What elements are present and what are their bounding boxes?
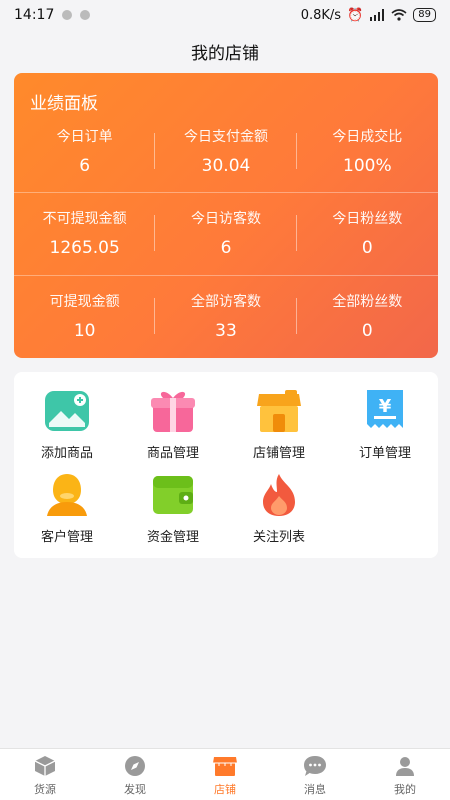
stat-label: 全部访客数	[190, 294, 261, 310]
nav-bar: 我的店铺	[0, 30, 450, 72]
battery-indicator: 89	[413, 8, 436, 22]
tab-mine[interactable]: 我的	[360, 749, 450, 800]
shop-icon	[212, 753, 238, 779]
flame-icon	[255, 472, 303, 518]
performance-row: 不可提现金额 1265.05 今日访客数 6 今日粉丝数 0	[14, 193, 438, 273]
tab-label: 消息	[304, 782, 326, 796]
stat-total-visitors[interactable]: 全部访客数 33	[155, 276, 297, 356]
tab-messages[interactable]: 消息	[270, 749, 360, 800]
menu-label: 商品管理	[146, 446, 199, 461]
customer-icon	[43, 472, 91, 518]
tab-label: 我的	[394, 782, 416, 796]
performance-row: 今日订单 6 今日支付金额 30.04 今日成交比 100%	[14, 111, 438, 191]
chat-icon	[302, 753, 328, 779]
menu-fund-management[interactable]: 资金管理	[120, 472, 226, 545]
stat-label: 不可提现金额	[42, 211, 127, 227]
menu-store-management[interactable]: 店铺管理	[226, 388, 332, 461]
menu-follow-list[interactable]: 关注列表	[226, 472, 332, 545]
compass-icon	[122, 753, 148, 779]
stat-withdrawable[interactable]: 可提现金额 10	[14, 276, 156, 356]
stat-value: 6	[220, 238, 232, 258]
receipt-icon: ¥	[361, 388, 409, 434]
stat-today-conversion[interactable]: 今日成交比 100%	[297, 111, 438, 191]
menu-product-management[interactable]: 商品管理	[120, 388, 226, 461]
menu-label: 客户管理	[40, 530, 93, 545]
status-time: 14:17	[14, 7, 55, 23]
gift-icon	[149, 388, 197, 434]
function-menu: 添加商品 商品管理 店铺管理 ¥ 订单管理 客户管理 资金管理 关注列表	[14, 372, 438, 558]
stat-value: 30.04	[201, 156, 251, 176]
stat-label: 今日访客数	[190, 211, 261, 227]
stat-today-orders[interactable]: 今日订单 6	[14, 111, 156, 191]
menu-label: 关注列表	[252, 530, 305, 545]
stat-value: 1265.05	[49, 238, 120, 258]
stat-today-fans[interactable]: 今日粉丝数 0	[297, 193, 438, 273]
notification-dot-icon	[62, 10, 73, 20]
alarm-icon: ⏰	[347, 7, 364, 23]
stat-non-withdrawable[interactable]: 不可提现金额 1265.05	[14, 193, 156, 273]
menu-label: 店铺管理	[252, 446, 305, 461]
stat-label: 今日粉丝数	[332, 211, 403, 227]
tab-label: 发现	[124, 782, 146, 796]
stat-today-visitors[interactable]: 今日访客数 6	[155, 193, 297, 273]
tab-goods-source[interactable]: 货源	[0, 749, 90, 800]
page-title: 我的店铺	[191, 43, 259, 64]
tab-discover[interactable]: 发现	[90, 749, 180, 800]
stat-value: 0	[361, 238, 373, 258]
stat-label: 可提现金额	[49, 294, 120, 310]
svg-text:¥: ¥	[379, 396, 392, 417]
menu-add-product[interactable]: 添加商品	[14, 388, 120, 461]
tab-label: 货源	[34, 782, 56, 796]
network-speed: 0.8K/s	[300, 7, 342, 23]
stat-label: 全部粉丝数	[332, 294, 403, 310]
stat-label: 今日成交比	[332, 129, 403, 145]
stat-value: 33	[215, 321, 237, 341]
menu-label: 资金管理	[146, 530, 199, 545]
stat-value: 10	[73, 321, 96, 341]
stat-today-payment[interactable]: 今日支付金额 30.04	[155, 111, 297, 191]
status-bar: 14:17 0.8K/s ⏰ 89	[0, 0, 450, 30]
stat-label: 今日订单	[56, 129, 113, 145]
store-icon	[255, 388, 303, 434]
stat-value: 0	[361, 321, 373, 341]
box-icon	[32, 753, 58, 779]
tab-shop[interactable]: 店铺	[180, 749, 270, 800]
performance-panel: 业绩面板 今日订单 6 今日支付金额 30.04 今日成交比 100% 不可提现…	[14, 73, 438, 358]
wallet-icon	[149, 472, 197, 518]
stat-value: 100%	[343, 156, 392, 176]
menu-order-management[interactable]: ¥ 订单管理	[332, 388, 438, 461]
notification-dot-icon	[80, 10, 91, 20]
stat-total-fans[interactable]: 全部粉丝数 0	[297, 276, 438, 356]
stat-value: 6	[79, 156, 91, 176]
tab-label: 店铺	[214, 782, 236, 796]
menu-label: 订单管理	[358, 446, 411, 461]
menu-label: 添加商品	[40, 446, 93, 461]
stat-label: 今日支付金额	[183, 129, 268, 145]
performance-row: 可提现金额 10 全部访客数 33 全部粉丝数 0	[14, 276, 438, 356]
user-icon	[392, 753, 418, 779]
add-image-icon	[43, 388, 91, 434]
signal-icon	[370, 9, 385, 21]
wifi-icon	[391, 9, 407, 21]
menu-customer-management[interactable]: 客户管理	[14, 472, 120, 545]
bottom-tab-bar: 货源 发现 店铺 消息 我的	[0, 748, 450, 800]
